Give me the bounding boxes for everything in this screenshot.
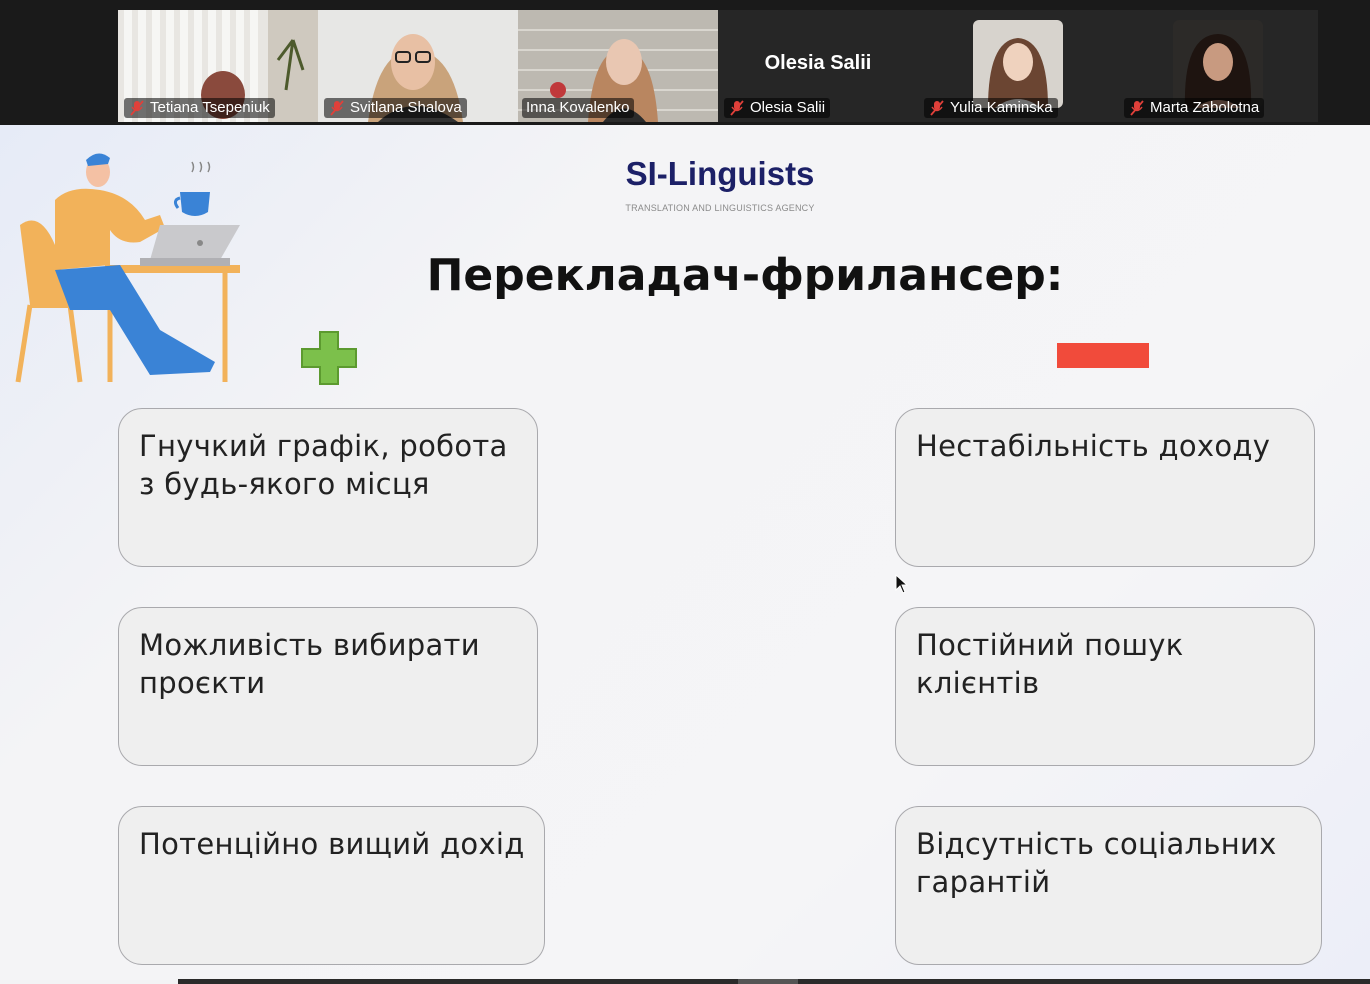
pros-item: Можливість вибирати проєкти [118, 607, 538, 766]
logo-title: SI-Linguists [625, 155, 815, 192]
pros-item: Гнучкий графік, робота з будь-якого місц… [118, 408, 538, 567]
participant-tile[interactable]: Marta Zabolotna [1118, 10, 1318, 122]
cons-item: Відсутність соціальних гарантій [895, 806, 1322, 965]
shared-slide: SI-Linguists TRANSLATION AND LINGUISTICS… [0, 125, 1370, 980]
participant-name-tag: Svitlana Shalova [324, 98, 467, 118]
avatar [1173, 20, 1263, 108]
mic-muted-icon [1130, 100, 1144, 116]
participant-name-tag: Tetiana Tsepeniuk [124, 98, 275, 118]
participant-name-tag: Marta Zabolotna [1124, 98, 1265, 118]
participant-name: Inna Kovalenko [526, 99, 630, 116]
slide-heading: Перекладач-фрилансер: [426, 250, 1064, 301]
participant-name: Marta Zabolotna [1150, 99, 1260, 116]
logo-subtitle: TRANSLATION AND LINGUISTICS AGENCY [625, 203, 815, 213]
scroll-thumb[interactable] [738, 979, 798, 984]
freelancer-illustration [15, 153, 240, 383]
participant-name-tag: Inna Kovalenko [522, 98, 635, 118]
participant-name: Svitlana Shalova [350, 99, 462, 116]
mouse-cursor-icon [895, 574, 909, 594]
mic-muted-icon [730, 100, 744, 116]
participant-tile[interactable]: Tetiana Tsepeniuk [118, 10, 318, 122]
participant-name-tag: Yulia Kaminska [924, 98, 1058, 118]
participant-name: Tetiana Tsepeniuk [150, 99, 270, 116]
cons-item: Постійний пошук клієнтів [895, 607, 1315, 766]
cons-item: Нестабільність доходу [895, 408, 1315, 567]
participant-name: Yulia Kaminska [950, 99, 1053, 116]
participant-name-tag: Olesia Salii [724, 98, 831, 118]
participant-strip: Tetiana Tsepeniuk Svitlana Shalova Inna … [0, 0, 1370, 125]
minus-icon [1057, 343, 1149, 368]
participant-tile-active-speaker[interactable]: Inna Kovalenko [518, 10, 718, 122]
pros-item: Потенційно вищий дохід [118, 806, 545, 965]
mic-muted-icon [130, 100, 144, 116]
plus-icon [301, 331, 357, 385]
mic-muted-icon [330, 100, 344, 116]
participant-tile[interactable]: Olesia Salii Olesia Salii [718, 10, 918, 122]
avatar [973, 20, 1063, 108]
company-logo: SI-Linguists TRANSLATION AND LINGUISTICS… [560, 155, 880, 213]
participant-tile[interactable]: Svitlana Shalova [318, 10, 518, 122]
participant-tile[interactable]: Yulia Kaminska [918, 10, 1118, 122]
participant-display-name: Olesia Salii [764, 52, 872, 74]
mic-muted-icon [930, 100, 944, 116]
participant-name: Olesia Salii [750, 99, 826, 116]
